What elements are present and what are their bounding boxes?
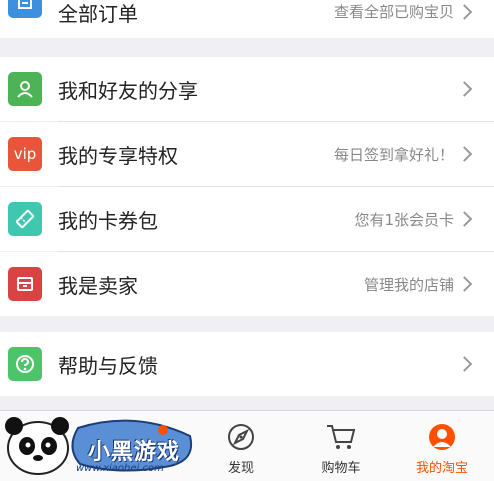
chevron-right-icon	[456, 81, 473, 97]
chevron-right-icon	[456, 276, 473, 292]
seller-sub: 管理我的店铺	[363, 275, 454, 294]
order-list-icon	[8, 0, 42, 18]
store-icon	[8, 267, 42, 301]
chevron-right-icon	[456, 4, 473, 20]
compass-icon	[225, 421, 257, 453]
tab-cart[interactable]: 购物车	[309, 411, 373, 481]
seller-row[interactable]: 我是卖家 管理我的店铺	[0, 252, 494, 316]
all-orders-row[interactable]: 全部订单 查看全部已购宝贝	[0, 0, 494, 38]
coupons-sub: 您有1张会员卡	[354, 210, 454, 229]
vip-privilege-label: 我的专享特权	[58, 143, 178, 168]
help-icon	[8, 347, 42, 381]
chevron-right-icon	[456, 356, 473, 372]
vip-icon-text: vip	[13, 145, 37, 163]
vip-privilege-sub: 每日签到拿好礼！	[333, 145, 454, 164]
help-feedback-row[interactable]: 帮助与反馈	[0, 332, 494, 396]
tab-discover[interactable]: 发现	[210, 411, 272, 481]
chevron-right-icon	[456, 146, 473, 162]
coupons-row[interactable]: 我的卡券包 您有1张会员卡	[0, 187, 494, 251]
share-label: 我和好友的分享	[58, 78, 198, 103]
user-share-icon	[8, 72, 42, 106]
seller-label: 我是卖家	[58, 273, 138, 298]
watermark-logo: 小黑游戏 www.xiaohei.com	[0, 408, 200, 481]
cart-icon	[325, 421, 357, 453]
vip-icon: vip	[8, 137, 42, 171]
all-orders-label: 全部订单	[58, 2, 138, 26]
watermark-brand-text: 小黑游戏	[88, 440, 181, 465]
my-taobao-icon	[426, 421, 458, 453]
vip-privilege-row[interactable]: vip 我的专享特权 每日签到拿好礼！	[0, 122, 494, 186]
all-orders-sub: 查看全部已购宝贝	[333, 3, 454, 21]
tab-cart-label: 购物车	[321, 461, 361, 476]
chevron-right-icon	[456, 211, 473, 227]
watermark-url-text: www.xiaohei.com	[76, 463, 164, 474]
coupons-label: 我的卡券包	[58, 208, 158, 233]
tab-my-taobao-label: 我的淘宝	[415, 461, 468, 476]
tab-my-taobao[interactable]: 我的淘宝	[404, 411, 480, 481]
share-row[interactable]: 我和好友的分享	[0, 57, 494, 121]
tab-discover-label: 发现	[227, 461, 254, 476]
ticket-icon	[8, 202, 42, 236]
help-feedback-label: 帮助与反馈	[58, 353, 158, 378]
